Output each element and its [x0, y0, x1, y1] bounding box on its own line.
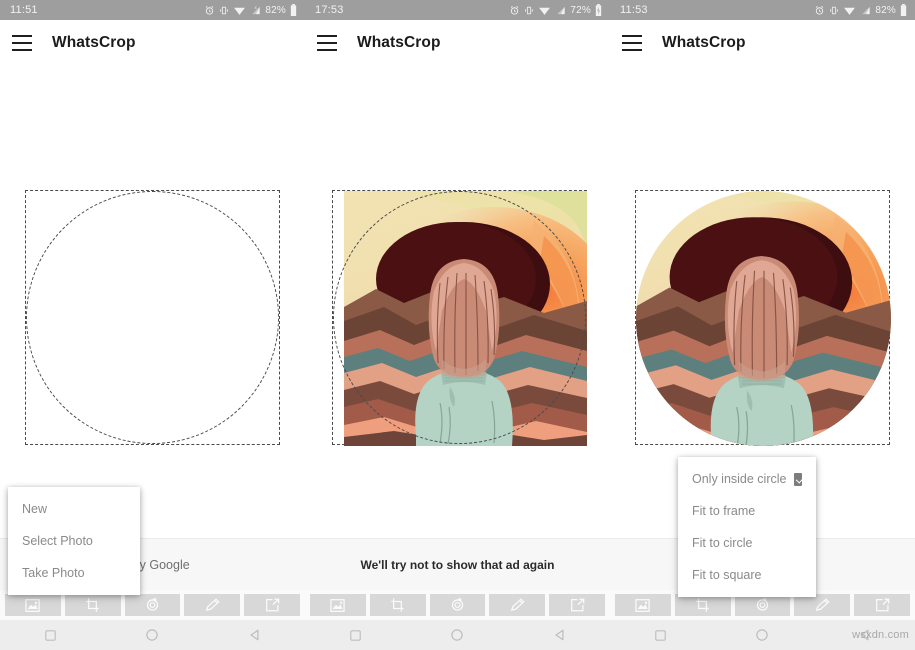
- menu-item-label: Only inside circle: [692, 472, 787, 486]
- app-title: WhatsCrop: [52, 34, 136, 51]
- status-time: 11:53: [620, 4, 648, 16]
- vibrate-icon: [220, 6, 229, 14]
- menu-item-new[interactable]: New: [8, 493, 140, 525]
- menu-item-fit-to-circle[interactable]: Fit to circle: [678, 527, 816, 559]
- signal-icon: [557, 6, 565, 14]
- fit-options-menu[interactable]: Only inside circle Fit to frame Fit to c…: [678, 457, 816, 597]
- status-bar: 11:53 82%: [610, 0, 915, 20]
- alarm-icon: [206, 5, 214, 15]
- menu-item-label: Fit to square: [692, 568, 762, 582]
- status-bar: 17:53 72%: [305, 0, 610, 20]
- wifi-icon: [539, 7, 551, 15]
- status-icons: x 82%: [204, 4, 297, 16]
- crop-frame[interactable]: [25, 190, 280, 445]
- site-watermark: wsxdn.com: [852, 629, 909, 641]
- ad-dismiss-message: We'll try not to show that ad again: [360, 557, 555, 572]
- battery-icon: [900, 4, 907, 16]
- alarm-icon: [511, 5, 519, 15]
- nav-bar-1: [0, 620, 305, 650]
- ad-banner-2[interactable]: We'll try not to show that ad again: [305, 538, 610, 590]
- export-icon[interactable]: [854, 594, 910, 616]
- crop-canvas-3[interactable]: Only inside circle Fit to frame Fit to c…: [610, 66, 915, 597]
- rotate-icon[interactable]: [429, 594, 486, 616]
- status-time: 11:51: [10, 4, 38, 16]
- back-icon[interactable]: [234, 620, 274, 650]
- battery-charging-icon: [595, 4, 602, 16]
- panel-3: 11:53 82% WhatsCrop Only inside circle F…: [610, 0, 915, 650]
- hamburger-icon[interactable]: [317, 35, 337, 51]
- back-icon[interactable]: [539, 620, 579, 650]
- crop-frame[interactable]: [635, 190, 891, 446]
- pencil-icon[interactable]: [489, 594, 546, 616]
- battery-percent: 82%: [265, 4, 286, 16]
- menu-item-fit-to-frame[interactable]: Fit to frame: [678, 495, 816, 527]
- crop-canvas-2[interactable]: [305, 66, 610, 538]
- panel-1: 11:51 x 82% WhatsCrop New Select Photo T…: [0, 0, 305, 650]
- vibrate-icon: [830, 6, 839, 14]
- status-bar: 11:51 x 82%: [0, 0, 305, 20]
- nav-bar-2: [305, 620, 610, 650]
- status-time: 17:53: [315, 4, 344, 16]
- status-icons: 82%: [814, 4, 907, 16]
- app-bar: WhatsCrop: [610, 20, 915, 66]
- export-icon[interactable]: [549, 594, 605, 616]
- crop-frame[interactable]: [332, 190, 587, 446]
- menu-item-label: Select Photo: [22, 534, 93, 548]
- battery-icon: [290, 4, 297, 16]
- export-icon[interactable]: [244, 594, 300, 616]
- rotate-icon[interactable]: [124, 594, 181, 616]
- menu-item-select-photo[interactable]: Select Photo: [8, 525, 140, 557]
- app-title: WhatsCrop: [357, 34, 441, 51]
- menu-item-label: Fit to circle: [692, 536, 753, 550]
- recents-icon[interactable]: [336, 620, 376, 650]
- app-bar: WhatsCrop: [0, 20, 305, 66]
- menu-item-label: Fit to frame: [692, 504, 756, 518]
- menu-item-label: Take Photo: [22, 566, 85, 580]
- recents-icon[interactable]: [641, 620, 681, 650]
- home-icon[interactable]: [132, 620, 172, 650]
- app-title: WhatsCrop: [662, 34, 746, 51]
- crop-icon[interactable]: [674, 594, 731, 616]
- battery-percent: 82%: [875, 4, 896, 16]
- recents-icon[interactable]: [31, 620, 71, 650]
- home-icon[interactable]: [437, 620, 477, 650]
- three-panel-screenshot-strip: 11:51 x 82% WhatsCrop New Select Photo T…: [0, 0, 915, 650]
- battery-percent: 72%: [570, 4, 591, 16]
- app-bar: WhatsCrop: [305, 20, 610, 66]
- menu-item-take-photo[interactable]: Take Photo: [8, 557, 140, 589]
- image-icon[interactable]: [5, 594, 61, 616]
- artwork-illustration: [636, 191, 891, 446]
- checkbox-checked-icon[interactable]: [794, 472, 802, 486]
- signal-icon: [862, 6, 870, 14]
- home-icon[interactable]: [742, 620, 782, 650]
- hamburger-icon[interactable]: [622, 35, 642, 51]
- tool-bar-2: [305, 590, 610, 620]
- pencil-icon[interactable]: [794, 594, 851, 616]
- menu-item-label: New: [22, 502, 48, 516]
- wifi-icon: [234, 7, 246, 15]
- circle-guide: [26, 191, 279, 444]
- rotate-icon[interactable]: [734, 594, 791, 616]
- image-icon[interactable]: [310, 594, 366, 616]
- hamburger-icon[interactable]: [12, 35, 32, 51]
- circle-guide: [333, 191, 586, 444]
- photo-preview-circular[interactable]: [636, 191, 891, 446]
- image-icon[interactable]: [615, 594, 671, 616]
- crop-canvas-1[interactable]: New Select Photo Take Photo: [0, 66, 305, 595]
- panel-2: 17:53 72% WhatsCrop We'll try not to sho…: [305, 0, 610, 650]
- crop-icon[interactable]: [64, 594, 121, 616]
- signal-icon: x: [252, 5, 260, 14]
- menu-item-only-inside-circle[interactable]: Only inside circle: [678, 463, 816, 495]
- nav-bar-3: wsxdn.com: [610, 620, 915, 650]
- new-photo-menu[interactable]: New Select Photo Take Photo: [8, 487, 140, 595]
- wifi-icon: [844, 7, 856, 15]
- crop-icon[interactable]: [369, 594, 426, 616]
- menu-item-fit-to-square[interactable]: Fit to square: [678, 559, 816, 591]
- pencil-icon[interactable]: [184, 594, 241, 616]
- vibrate-icon: [525, 6, 534, 14]
- status-icons: 72%: [509, 4, 602, 16]
- alarm-icon: [816, 5, 824, 15]
